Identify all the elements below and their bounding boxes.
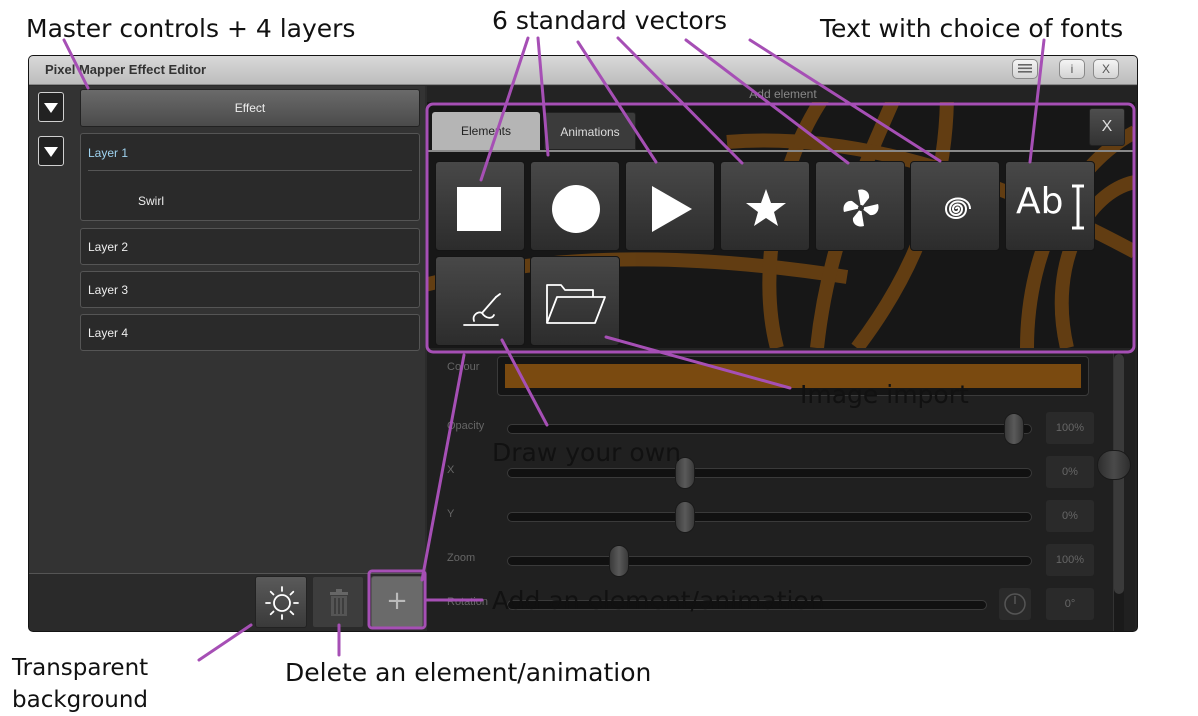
trash-icon — [330, 589, 348, 616]
add-element-button[interactable]: + — [371, 576, 423, 628]
layer-3-label: Layer 3 — [88, 283, 129, 297]
layer-1-label: Layer 1 — [88, 146, 129, 160]
annotation-add-element: Add an element/animation — [492, 586, 825, 615]
annotation-draw-own: Draw your own — [492, 438, 681, 467]
title-bar: Pixel Mapper Effect Editor i X — [29, 56, 1137, 85]
layer-divider — [88, 170, 412, 171]
window-title: Pixel Mapper Effect Editor — [45, 62, 207, 77]
opacity-value[interactable]: 100% — [1046, 412, 1094, 444]
add-element-title: Add element — [749, 87, 817, 101]
triangle-down-icon — [44, 103, 58, 113]
layer-1-element-swirl[interactable]: Swirl — [138, 194, 164, 208]
zoom-value[interactable]: 100% — [1046, 544, 1094, 576]
tab-animations[interactable]: Animations — [544, 112, 636, 150]
draw-hand-icon — [463, 293, 501, 326]
y-slider-knob[interactable] — [675, 501, 695, 533]
delete-button[interactable] — [312, 576, 364, 628]
annotation-delete-element: Delete an element/animation — [285, 658, 652, 687]
colour-label: Colour — [447, 361, 480, 373]
layer-toolbar: + — [29, 573, 425, 631]
spiral-button[interactable] — [910, 161, 1000, 251]
annotation-text-fonts: Text with choice of fonts — [820, 14, 1124, 43]
y-slider[interactable] — [507, 512, 1032, 522]
tab-underline — [427, 150, 1135, 152]
x-label: X — [447, 464, 455, 476]
sun-icon — [265, 586, 299, 620]
info-button[interactable]: i — [1059, 59, 1085, 79]
x-value[interactable]: 0% — [1046, 456, 1094, 488]
annotation-image-import: Image import — [800, 380, 969, 409]
square-icon — [457, 187, 501, 231]
folder-icon — [546, 284, 606, 324]
zoom-label: Zoom — [447, 552, 476, 564]
opacity-slider[interactable] — [507, 424, 1032, 434]
transparent-background-button[interactable] — [255, 576, 307, 628]
y-value[interactable]: 0% — [1046, 500, 1094, 532]
element-panel: Add element Elements Animations X Ab Col… — [427, 86, 1137, 631]
y-label: Y — [447, 508, 455, 520]
dialog-close-button[interactable]: X — [1089, 108, 1125, 146]
layer-collapse-button[interactable] — [38, 136, 64, 166]
text-cursor-icon — [1072, 184, 1084, 230]
rotation-label: Rotation — [447, 596, 488, 608]
properties-scrollbar[interactable] — [1113, 350, 1124, 631]
triangle-button[interactable] — [625, 161, 715, 251]
star-icon — [746, 189, 786, 226]
pixel-mapper-window: Pixel Mapper Effect Editor i X Effect La… — [28, 55, 1138, 632]
rotation-dial[interactable] — [999, 588, 1031, 620]
add-element-dialog: Elements Animations X Ab — [427, 102, 1135, 348]
menu-icon — [1018, 64, 1032, 73]
layer-1[interactable]: Layer 1 Swirl — [80, 133, 420, 221]
circle-icon — [552, 185, 600, 233]
pinwheel-button[interactable] — [815, 161, 905, 251]
zoom-slider-knob[interactable] — [609, 545, 629, 577]
effect-collapse-button[interactable] — [38, 92, 64, 122]
square-button[interactable] — [435, 161, 525, 251]
plus-icon: + — [386, 586, 408, 616]
play-triangle-icon — [652, 186, 692, 232]
effect-button[interactable]: Effect — [80, 89, 420, 127]
tab-elements[interactable]: Elements — [432, 112, 540, 150]
annotation-transparent-background: Transparent background — [12, 652, 202, 716]
scroll-knob[interactable] — [1097, 450, 1131, 480]
x-slider[interactable] — [507, 468, 1032, 478]
annotation-master-layers: Master controls + 4 layers — [26, 14, 356, 43]
star-button[interactable] — [720, 161, 810, 251]
opacity-label: Opacity — [447, 420, 485, 432]
annotation-transparent-background-text: Transparent background — [12, 655, 149, 713]
menu-button[interactable] — [1012, 59, 1038, 79]
zoom-slider[interactable] — [507, 556, 1032, 566]
spiral-icon — [944, 197, 971, 219]
colour-swatch[interactable] — [497, 356, 1089, 396]
pinwheel-icon — [843, 189, 879, 227]
layer-4[interactable]: Layer 4 — [80, 314, 420, 351]
layer-4-label: Layer 4 — [88, 326, 129, 340]
layer-3[interactable]: Layer 3 — [80, 271, 420, 308]
triangle-down-icon — [44, 147, 58, 157]
layer-2[interactable]: Layer 2 — [80, 228, 420, 265]
window-close-button[interactable]: X — [1093, 59, 1119, 79]
layers-panel: Effect Layer 1 Swirl Layer 2 Layer 3 Lay… — [29, 86, 425, 573]
text-button[interactable]: Ab — [1005, 161, 1095, 251]
opacity-slider-knob[interactable] — [1004, 413, 1024, 445]
annotation-standard-vectors: 6 standard vectors — [492, 6, 728, 35]
layer-2-label: Layer 2 — [88, 240, 129, 254]
rotation-value[interactable]: 0° — [1046, 588, 1094, 620]
dial-icon — [1004, 593, 1026, 615]
colour-value-bar — [505, 364, 1081, 388]
image-import-button[interactable] — [530, 256, 620, 346]
circle-button[interactable] — [530, 161, 620, 251]
draw-button[interactable] — [435, 256, 525, 346]
